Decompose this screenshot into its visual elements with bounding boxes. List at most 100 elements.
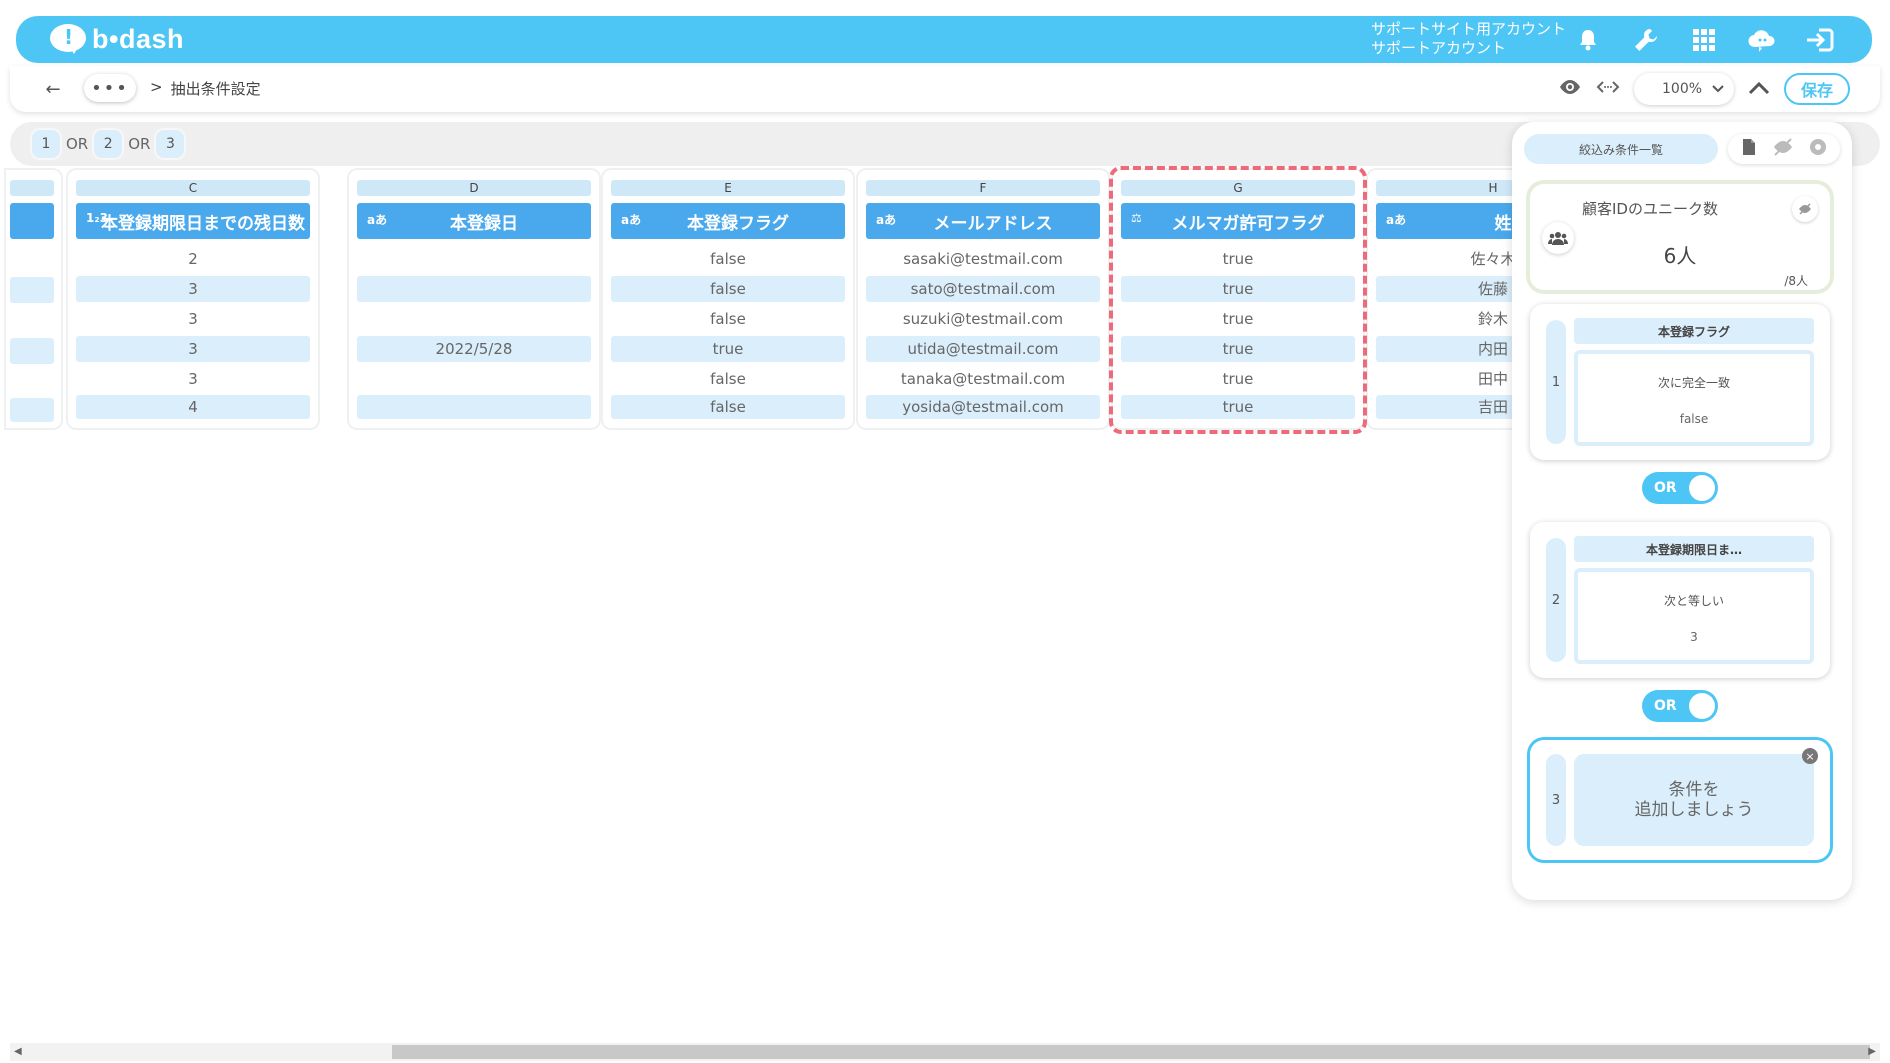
unique-count-total: /8人 — [1784, 274, 1808, 288]
column-title: 本登録日 — [450, 213, 518, 234]
column-title: メルマガ許可フラグ — [1171, 213, 1325, 234]
table-cell: true — [1222, 310, 1254, 328]
or-toggle-2[interactable]: OR — [1642, 690, 1718, 722]
column-letter: E — [611, 180, 845, 196]
settings-icon[interactable] — [1809, 138, 1827, 160]
column-header[interactable]: aあ 本登録フラグ — [611, 203, 845, 239]
document-icon[interactable] — [1741, 138, 1757, 160]
table-cell: true — [1121, 336, 1355, 362]
table-cell: yosida@testmail.com — [866, 395, 1100, 419]
column-header — [10, 203, 54, 239]
unique-count-card: 顧客IDのユニーク数 6人 /8人 — [1530, 184, 1830, 290]
column-header[interactable]: 1₂3 本登録期限日までの残日数 — [76, 203, 310, 239]
app-root: ! b•dash サポートサイト用アカウント サポートアカウント ← ••• >… — [0, 0, 1890, 1063]
or-toggle-1[interactable]: OR — [1642, 472, 1718, 504]
table-cell: 4 — [76, 395, 310, 419]
back-arrow-icon[interactable]: ← — [40, 76, 66, 102]
breadcrumb-separator: > — [150, 78, 163, 96]
bell-icon[interactable] — [1570, 22, 1606, 58]
eye-off-icon[interactable] — [1792, 196, 1818, 222]
add-condition-card[interactable]: 3 条件を 追加しましょう × — [1530, 740, 1830, 860]
table-cell: sato@testmail.com — [866, 276, 1100, 302]
table-cell: true — [611, 336, 845, 362]
column-e[interactable]: E aあ 本登録フラグ false false false true false… — [603, 170, 853, 428]
table-cell: suzuki@testmail.com — [902, 310, 1064, 328]
or-toggle-label: OR — [1654, 698, 1677, 714]
filter-chip-2[interactable]: 2 — [94, 130, 123, 158]
add-condition-line1: 条件を — [1668, 780, 1720, 800]
panel-icon-group — [1728, 134, 1840, 164]
column-title: メールアドレス — [933, 213, 1053, 234]
table-cell: 2022/5/28 — [357, 336, 591, 362]
horizontal-scrollbar[interactable]: ◀ ▶ — [10, 1043, 1880, 1061]
breadcrumb: > 抽出条件設定 — [150, 78, 261, 99]
account-name: サポートサイト用アカウント — [1371, 20, 1567, 38]
zoom-value: 100% — [1662, 81, 1703, 97]
filter-chip-1[interactable]: 1 — [32, 130, 60, 158]
table-cell: 3 — [76, 336, 310, 362]
table-cell: tanaka@testmail.com — [900, 370, 1066, 388]
condition-number: 1 — [1546, 320, 1566, 444]
column-f[interactable]: F aあ メールアドレス sasaki@testmail.com sato@te… — [858, 170, 1108, 428]
column-header[interactable]: ⚖ メルマガ許可フラグ — [1121, 203, 1355, 239]
table-cell — [10, 398, 54, 422]
scroll-left-icon[interactable]: ◀ — [14, 1046, 22, 1057]
table-cell: false — [611, 276, 845, 302]
add-condition-line2: 追加しましょう — [1634, 800, 1754, 820]
or-toggle-label: OR — [1654, 480, 1677, 496]
column-b-partial[interactable] — [6, 170, 61, 428]
zoom-select[interactable]: 100% — [1634, 73, 1734, 105]
account-subname: サポートアカウント — [1371, 39, 1507, 57]
code-icon[interactable] — [1596, 79, 1620, 99]
column-header[interactable]: aあ 本登録日 — [357, 203, 591, 239]
wrench-icon[interactable] — [1628, 22, 1664, 58]
condition-value: false — [1679, 412, 1709, 426]
table-cell: false — [611, 395, 845, 419]
table-cell — [10, 338, 54, 364]
or-label: OR — [128, 135, 151, 153]
column-header[interactable]: aあ メールアドレス — [866, 203, 1100, 239]
more-button[interactable]: ••• — [84, 74, 136, 102]
condition-body[interactable]: 次に完全一致 false — [1574, 350, 1814, 446]
column-title: 本登録フラグ — [687, 213, 789, 234]
text-type-icon: aあ — [1386, 213, 1407, 227]
table-cell: 3 — [76, 276, 310, 302]
condition-card-2[interactable]: 2 本登録期限日ま… 次と等しい 3 — [1530, 522, 1830, 678]
account-info[interactable]: サポートサイト用アカウント サポートアカウント — [1371, 20, 1566, 58]
text-type-icon: aあ — [367, 213, 388, 227]
save-button[interactable]: 保存 — [1784, 73, 1850, 105]
close-icon[interactable]: × — [1802, 748, 1818, 764]
column-c[interactable]: C 1₂3 本登録期限日までの残日数 2 3 3 3 3 4 — [68, 170, 318, 428]
chevron-up-icon[interactable] — [1748, 80, 1770, 99]
condition-field[interactable]: 本登録期限日ま… — [1574, 536, 1814, 562]
logo[interactable]: ! b•dash — [50, 21, 184, 57]
table-cell: false — [710, 250, 746, 268]
condition-number: 3 — [1546, 754, 1566, 846]
toggle-knob — [1689, 475, 1715, 501]
unique-count-label: 顧客IDのユニーク数 — [1582, 200, 1718, 218]
condition-card-1[interactable]: 1 本登録フラグ 次に完全一致 false — [1530, 304, 1830, 460]
logout-icon[interactable] — [1802, 22, 1838, 58]
panel-title[interactable]: 絞込み条件一覧 — [1524, 134, 1718, 164]
condition-value: 3 — [1690, 630, 1698, 644]
unique-count-value: 6人 — [1663, 244, 1697, 268]
table-cell — [357, 246, 591, 272]
grid-icon[interactable] — [1686, 22, 1722, 58]
top-header: ! b•dash サポートサイト用アカウント サポートアカウント — [16, 16, 1872, 63]
toolbar: ← ••• > 抽出条件設定 100% 保存 — [10, 66, 1880, 112]
condition-field[interactable]: 本登録フラグ — [1574, 318, 1814, 344]
add-condition-button[interactable]: 条件を 追加しましょう — [1574, 754, 1814, 846]
condition-body[interactable]: 次と等しい 3 — [1574, 568, 1814, 664]
scroll-right-icon[interactable]: ▶ — [1868, 1046, 1876, 1057]
eye-off-icon[interactable] — [1772, 138, 1794, 160]
scrollbar-thumb[interactable] — [392, 1045, 1870, 1059]
chevron-down-icon — [1712, 81, 1724, 97]
eye-icon[interactable] — [1558, 79, 1582, 99]
column-title: 本登録期限日までの残日数 — [101, 213, 305, 234]
column-d[interactable]: D aあ 本登録日 2022/5/28 — [349, 170, 599, 428]
column-letter: G — [1121, 180, 1355, 196]
filter-chip-3[interactable]: 3 — [156, 130, 185, 158]
column-g[interactable]: G ⚖ メルマガ許可フラグ true true true true true t… — [1113, 170, 1363, 428]
or-label: OR — [66, 135, 89, 153]
cloud-icon[interactable] — [1744, 22, 1780, 58]
